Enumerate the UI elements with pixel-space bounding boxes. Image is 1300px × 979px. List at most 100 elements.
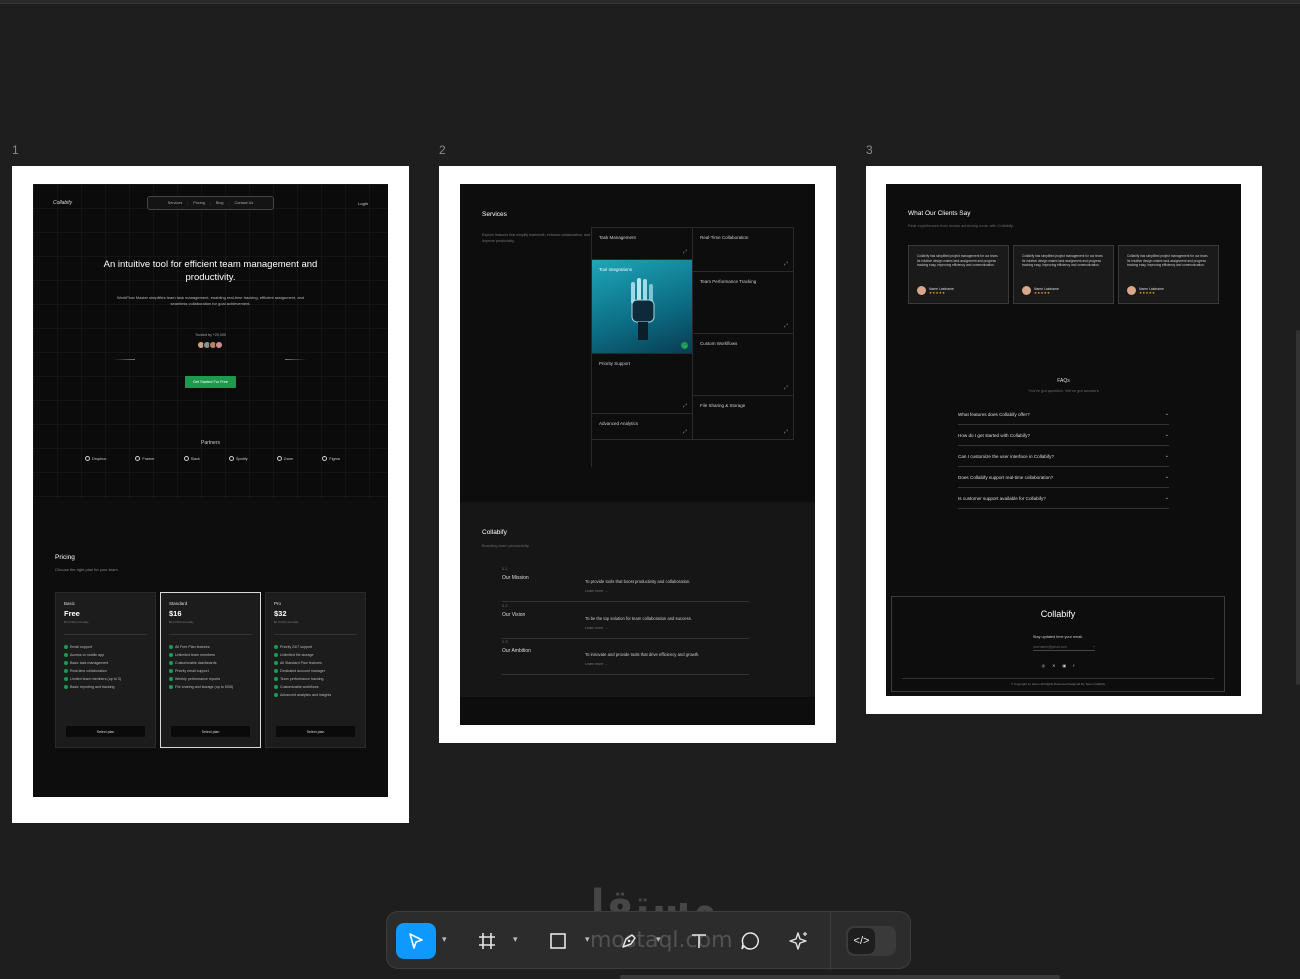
pricing-title: Pricing xyxy=(55,554,75,561)
plan-card-basic[interactable]: Basic Free $0 (USD) annually Email suppo… xyxy=(55,592,156,748)
plan-price: $32 xyxy=(274,609,287,618)
service-cell[interactable]: Team Performance Tracking ⤢ xyxy=(693,272,794,334)
comment-tool-button[interactable] xyxy=(736,923,764,959)
frame-1[interactable]: Collabify Services | Pricing | Blog | Conta… xyxy=(12,166,409,823)
code-icon: </> xyxy=(848,928,875,954)
chevron-down-icon: ⌄ xyxy=(1164,495,1169,501)
linkedin-icon[interactable]: ▣ xyxy=(1062,663,1066,668)
service-cell[interactable]: Custom Workflows ⤢ xyxy=(693,334,794,396)
plan-card-standard[interactable]: Standard $16 $0 (USD) annually All Free … xyxy=(160,592,261,748)
frame-3[interactable]: What Our Clients Say Real experiences fr… xyxy=(866,166,1262,714)
get-started-button[interactable]: Get Started For Free xyxy=(185,376,236,388)
feature-item: Limited team members (up to 3) xyxy=(64,675,147,683)
chevron-down-icon[interactable]: ▾ xyxy=(442,934,447,945)
logo[interactable]: Collabify xyxy=(53,200,72,206)
plan-billing: $0 (USD) annually xyxy=(169,620,194,624)
feature-item: Team performance tracking xyxy=(274,675,357,683)
testimonial-user: Name Lastname ★★★★★ xyxy=(917,286,954,295)
feature-item: Unlimited file storage xyxy=(274,651,357,659)
avatar xyxy=(1127,286,1136,295)
login-link[interactable]: Login xyxy=(358,201,368,206)
cursor-icon xyxy=(409,933,423,949)
chevron-down-icon[interactable]: ▾ xyxy=(585,934,590,945)
divider-line xyxy=(113,359,135,360)
testimonial-user: Name Lastname ★★★★★ xyxy=(1022,286,1059,295)
faq-item[interactable]: Is customer support available for Collab… xyxy=(958,488,1169,509)
footer-divider xyxy=(902,678,1214,679)
spotify-icon xyxy=(228,456,234,461)
shape-tool-button[interactable] xyxy=(544,923,572,959)
service-cell[interactable]: Advanced Analytics ⤢ xyxy=(592,414,693,440)
expand-icon: ⤢ xyxy=(783,429,788,435)
nav-item-blog[interactable]: Blog xyxy=(216,201,224,205)
learn-more-link[interactable]: Learn more → xyxy=(585,662,608,666)
frame-2[interactable]: Services Explore features that simplify … xyxy=(439,166,836,743)
horizontal-scrollbar[interactable] xyxy=(620,975,1060,979)
faq-item[interactable]: Can I customize the user interface in Co… xyxy=(958,446,1169,467)
instagram-icon[interactable]: ◎ xyxy=(1042,663,1046,668)
frame-1-label[interactable]: 1 xyxy=(12,143,19,157)
feature-item: Basic task management xyxy=(64,659,147,667)
move-tool-button[interactable] xyxy=(396,923,436,959)
faq-item[interactable]: What features does Collabify offer? ⌄ xyxy=(958,404,1169,425)
nav-item-services[interactable]: Services xyxy=(168,201,183,205)
check-icon xyxy=(274,645,278,649)
feature-list: Email support Access to mobile app Basic… xyxy=(64,643,147,691)
plan-card-pro[interactable]: Pro $32 $0 (USD) annually Priority 24/7 … xyxy=(265,592,366,748)
nav-item-pricing[interactable]: Pricing xyxy=(193,201,205,205)
service-cell[interactable]: File Sharing & Storage ⤢ xyxy=(693,396,794,440)
service-cell[interactable]: Task Management ⤢ xyxy=(592,228,693,260)
frame-2-label[interactable]: 2 xyxy=(439,143,446,157)
service-cell[interactable]: Real-Time Collaboration ⤢ xyxy=(693,228,794,272)
email-input[interactable]: username@gmail.com ↗ xyxy=(1033,644,1095,651)
dropbox-icon xyxy=(85,456,90,461)
dev-mode-toggle[interactable]: </> xyxy=(846,926,896,956)
feature-item: Email support xyxy=(64,643,147,651)
check-icon xyxy=(169,669,173,673)
services-title: Services xyxy=(482,211,507,218)
row-number: 0.1 xyxy=(502,566,508,571)
select-plan-button[interactable]: Select plan xyxy=(66,726,145,737)
nav-sep: | xyxy=(187,201,189,205)
zoom-icon xyxy=(276,456,282,461)
chevron-down-icon: ⌄ xyxy=(1164,474,1169,480)
row-description: To provide tools that boost productivity… xyxy=(585,579,691,584)
row-title: Our Mission xyxy=(502,575,529,581)
copyright-text: © Copyright by Homu All Rights Reserved … xyxy=(1010,682,1106,686)
chevron-down-icon: ⌄ xyxy=(1164,411,1169,417)
service-cell[interactable]: Priority Support ⤢ xyxy=(592,354,693,414)
about-row: 0.1 Our Mission To provide tools that bo… xyxy=(502,566,749,602)
select-plan-button[interactable]: Select plan xyxy=(171,726,250,737)
learn-more-link[interactable]: Learn more → xyxy=(585,589,608,593)
about-row: 0.3 Our Ambition To innovate and provide… xyxy=(502,639,749,675)
faq-item[interactable]: How do I get started with Collabify? ⌄ xyxy=(958,425,1169,446)
select-plan-button[interactable]: Select plan xyxy=(276,726,355,737)
landing-page: Collabify Services | Pricing | Blog | Conta… xyxy=(33,184,388,797)
row-number: 0.2 xyxy=(502,603,508,608)
testimonial-quote: Collabify has simplified project managem… xyxy=(1127,254,1209,267)
design-canvas[interactable]: 1 2 3 Collabify Services | Pricing | Blog |… xyxy=(0,0,1300,979)
vertical-scrollbar[interactable] xyxy=(1296,330,1300,685)
arrow-up-right-icon[interactable]: ↗ xyxy=(1092,645,1095,649)
feature-item: Unlimited team members xyxy=(169,651,252,659)
ai-tool-button[interactable] xyxy=(785,923,813,959)
x-icon[interactable]: ✕ xyxy=(1052,663,1055,668)
faq-item[interactable]: Does Collabify support real-time collabo… xyxy=(958,467,1169,488)
pricing-plans: Basic Free $0 (USD) annually Email suppo… xyxy=(55,592,366,748)
chevron-down-icon[interactable]: ▾ xyxy=(513,934,518,945)
check-icon xyxy=(169,677,173,681)
avatar xyxy=(917,286,926,295)
arrow-right-icon[interactable]: → xyxy=(681,342,688,349)
sparkle-icon xyxy=(789,932,807,950)
feature-item: All Standard Plan features xyxy=(274,659,357,667)
row-description: To innovate and provide tools that drive… xyxy=(585,652,700,657)
divider xyxy=(64,634,147,635)
facebook-icon[interactable]: f xyxy=(1073,663,1074,668)
service-cell-highlight[interactable]: Tool Integrations → xyxy=(592,260,693,354)
frame-3-label[interactable]: 3 xyxy=(866,143,873,157)
nav-item-contact[interactable]: Contact Us xyxy=(235,201,254,205)
partner-dropbox: Dropbox xyxy=(85,456,106,461)
frame-tool-button[interactable] xyxy=(473,923,501,959)
learn-more-link[interactable]: Learn more → xyxy=(585,626,608,630)
check-icon xyxy=(169,645,173,649)
